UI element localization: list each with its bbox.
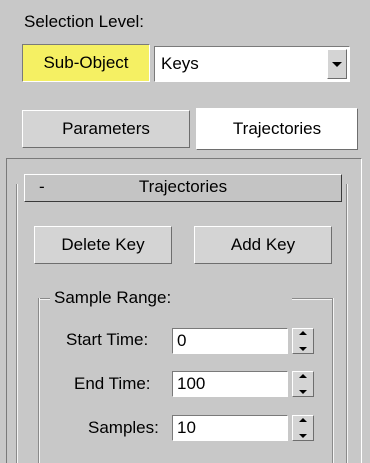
add-key-label: Add Key [230, 235, 296, 254]
samples-spinner-icon[interactable] [292, 415, 314, 441]
dropdown-value: Keys [161, 54, 199, 73]
selection-level-label: Selection Level: [24, 12, 145, 31]
samples-label: Samples: [88, 418, 159, 437]
rollout-header[interactable]: - Trajectories [24, 174, 342, 202]
tab-parameters[interactable]: Parameters [22, 110, 190, 148]
add-key-button[interactable]: Add Key [194, 226, 332, 264]
sample-range-title: Sample Range: [54, 288, 172, 307]
sub-object-button[interactable]: Sub-Object [22, 44, 150, 82]
end-time-field[interactable]: 100 [172, 371, 288, 397]
end-time-value: 100 [177, 374, 206, 393]
sample-range-border-left [38, 298, 40, 463]
end-time-label: End Time: [74, 374, 151, 393]
tab-trajectories-label: Trajectories [232, 119, 322, 138]
start-time-label: Start Time: [66, 330, 149, 349]
tab-trajectories[interactable]: Trajectories [196, 108, 358, 150]
tab-parameters-label: Parameters [62, 119, 150, 138]
start-time-value: 0 [177, 331, 187, 350]
delete-key-label: Delete Key [61, 235, 145, 254]
selection-level-dropdown[interactable]: Keys [154, 46, 350, 82]
rollout-title: Trajectories [138, 177, 228, 196]
start-time-field[interactable]: 0 [172, 328, 288, 354]
rollout-border-right [346, 184, 348, 463]
delete-key-button[interactable]: Delete Key [34, 226, 172, 264]
sample-range-border-top-right [292, 298, 334, 300]
sub-object-label: Sub-Object [43, 53, 129, 72]
end-time-spinner-icon[interactable] [292, 371, 314, 397]
chevron-down-icon[interactable] [327, 49, 347, 79]
samples-value: 10 [177, 418, 196, 437]
rollout-border-left [16, 184, 18, 463]
sample-range-border-right [332, 298, 334, 463]
samples-field[interactable]: 10 [172, 415, 288, 441]
start-time-spinner-icon[interactable] [292, 328, 314, 354]
